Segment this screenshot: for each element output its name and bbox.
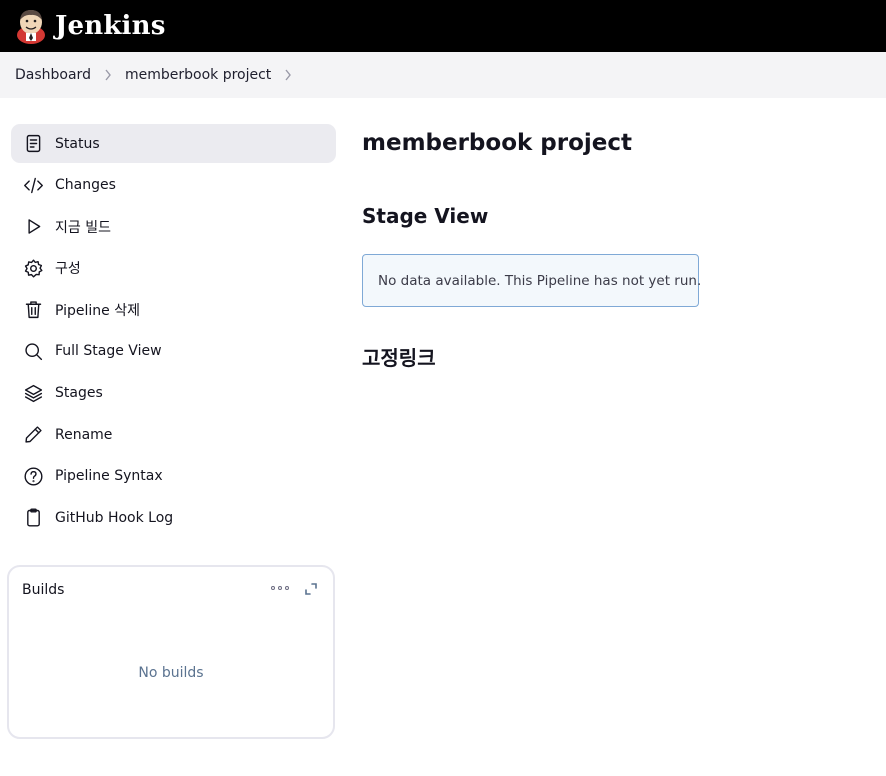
- help-circle-icon: [22, 465, 44, 487]
- sidebar-item-changes[interactable]: Changes: [11, 166, 336, 205]
- code-icon: [22, 174, 44, 196]
- document-icon: [22, 133, 44, 155]
- header-bar: Jenkins: [0, 0, 886, 52]
- sidebar-item-delete-pipeline[interactable]: Pipeline 삭제: [11, 290, 336, 329]
- sidebar: Status Changes 지금 빌드 구성 Pipeline 삭제 Full…: [11, 124, 336, 540]
- sidebar-item-configure[interactable]: 구성: [11, 249, 336, 288]
- permalinks-title: 고정링크: [362, 346, 436, 370]
- sidebar-item-label: Status: [55, 135, 100, 152]
- sidebar-item-status[interactable]: Status: [11, 124, 336, 163]
- sidebar-item-label: GitHub Hook Log: [55, 509, 174, 526]
- sidebar-item-full-stage-view[interactable]: Full Stage View: [11, 332, 336, 371]
- chevron-right-icon[interactable]: [284, 69, 292, 81]
- sidebar-item-label: Changes: [55, 177, 116, 194]
- breadcrumb-dashboard[interactable]: Dashboard: [15, 67, 91, 83]
- sidebar-item-label: Pipeline 삭제: [55, 302, 141, 319]
- jenkins-logo-text[interactable]: Jenkins: [55, 11, 166, 41]
- layers-icon: [22, 382, 44, 404]
- sidebar-item-pipeline-syntax[interactable]: Pipeline Syntax: [11, 457, 336, 496]
- sidebar-item-github-hook-log[interactable]: GitHub Hook Log: [11, 498, 336, 537]
- builds-empty-text: No builds: [138, 665, 204, 681]
- builds-card: Builds No builds: [7, 565, 335, 739]
- stage-view-title: Stage View: [362, 204, 489, 228]
- play-icon: [22, 216, 44, 238]
- sidebar-item-label: 구성: [55, 261, 81, 278]
- sidebar-item-label: Rename: [55, 426, 113, 443]
- chevron-right-icon[interactable]: [104, 69, 112, 81]
- search-icon: [22, 340, 44, 362]
- page-title: memberbook project: [362, 130, 633, 156]
- sidebar-item-rename[interactable]: Rename: [11, 415, 336, 454]
- breadcrumb: Dashboard memberbook project: [0, 52, 886, 98]
- stage-view-notice: No data available. This Pipeline has not…: [362, 254, 701, 307]
- sidebar-item-label: 지금 빌드: [55, 219, 111, 236]
- clipboard-icon: [22, 507, 44, 529]
- trash-icon: [22, 299, 44, 321]
- jenkins-logo-icon[interactable]: [15, 8, 47, 44]
- sidebar-item-label: Full Stage View: [55, 343, 162, 360]
- pencil-icon: [22, 424, 44, 446]
- builds-title: Builds: [22, 582, 65, 598]
- sidebar-item-label: Pipeline Syntax: [55, 468, 163, 485]
- gear-icon: [22, 257, 44, 279]
- expand-icon[interactable]: [304, 582, 318, 596]
- sidebar-item-stages[interactable]: Stages: [11, 374, 336, 413]
- breadcrumb-memberbook-project[interactable]: memberbook project: [125, 67, 271, 83]
- sidebar-item-label: Stages: [55, 385, 103, 402]
- sidebar-item-build-now[interactable]: 지금 빌드: [11, 207, 336, 246]
- more-options-icon[interactable]: [271, 581, 289, 595]
